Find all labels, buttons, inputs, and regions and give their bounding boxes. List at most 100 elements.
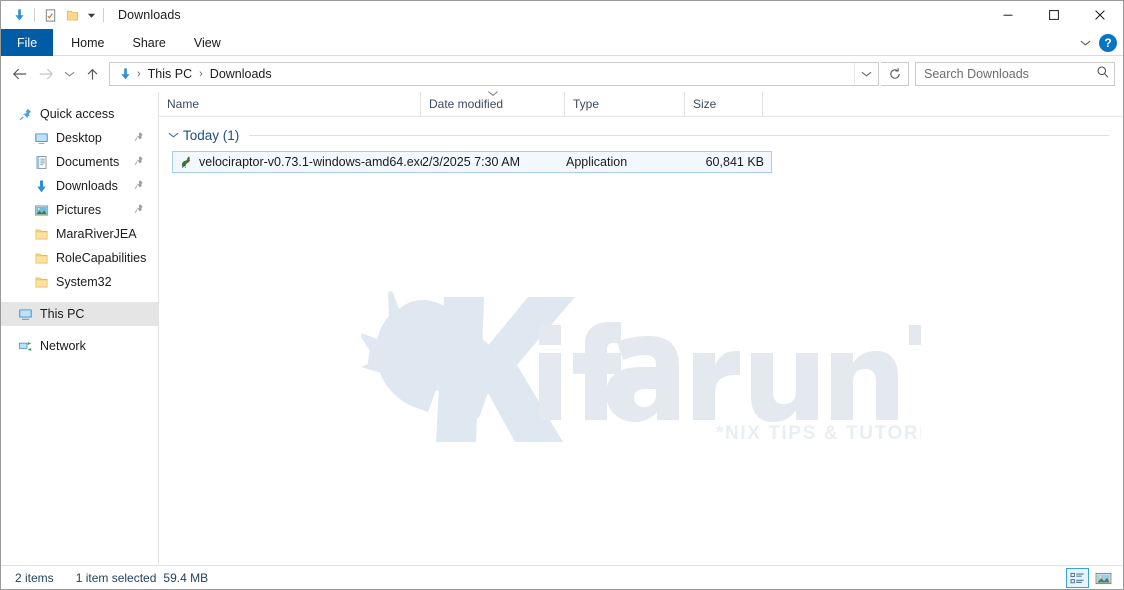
minimize-button[interactable] — [985, 1, 1031, 29]
tab-share[interactable]: Share — [119, 29, 180, 56]
watermark-tagline-text: *NIX TIPS & TUTORIALS — [716, 423, 921, 442]
group-collapse-chevron-icon[interactable] — [168, 126, 179, 144]
refresh-button[interactable] — [881, 62, 909, 86]
breadcrumb-downloads-icon — [116, 67, 135, 82]
column-header-date-modified[interactable]: Date modified — [421, 91, 565, 116]
status-selection-count: 1 item selected — [75, 570, 157, 585]
address-dropdown-chevron-icon[interactable] — [854, 63, 878, 85]
sidebar-item-quick-access[interactable]: Quick access — [1, 102, 158, 126]
sidebar-label-marariverjea: MaraRiverJEA — [56, 227, 137, 241]
column-header-size[interactable]: Size — [685, 92, 763, 116]
sidebar-label-this-pc: This PC — [40, 307, 85, 321]
address-bar[interactable]: › This PC › Downloads — [109, 62, 879, 86]
ribbon-controls: ? — [1080, 29, 1117, 56]
sidebar-item-network[interactable]: Network — [1, 334, 158, 358]
tab-home[interactable]: Home — [57, 29, 118, 56]
file-date-modified-cell: 2/3/2025 7:30 AM — [422, 155, 520, 169]
sidebar-item-system32[interactable]: System32 — [1, 270, 158, 294]
pin-icon-pictures[interactable] — [133, 203, 144, 217]
search-box[interactable]: Search Downloads — [915, 62, 1115, 86]
title-bar: Downloads — [1, 1, 1123, 29]
sidebar-label-desktop: Desktop — [56, 131, 102, 145]
navigation-bar: › This PC › Downloads Search Downloads — [1, 56, 1123, 92]
breadcrumb: › This PC › Downloads — [110, 67, 854, 82]
documents-icon — [31, 152, 51, 172]
sidebar-item-this-pc[interactable]: This PC — [1, 302, 158, 326]
group-divider — [249, 134, 1109, 136]
up-button[interactable] — [79, 61, 105, 87]
column-header-type[interactable]: Type — [565, 92, 685, 116]
column-headers: Name Date modified Type Size — [159, 91, 1123, 117]
file-size-cell: 60,841 KB — [705, 155, 764, 169]
sidebar-item-pictures[interactable]: Pictures — [1, 198, 158, 222]
file-explorer-window: Downloads File Home Share View ? › This … — [0, 0, 1124, 590]
column-header-name[interactable]: Name — [159, 92, 421, 116]
file-name-text: velociraptor-v0.73.1-windows-amd64.exe — [199, 155, 422, 169]
sidebar-item-downloads[interactable]: Downloads — [1, 174, 158, 198]
breadcrumb-item-this-pc[interactable]: This PC — [143, 67, 197, 81]
search-icon[interactable] — [1096, 65, 1110, 84]
file-type-cell: Application — [566, 155, 628, 169]
back-button[interactable] — [7, 61, 33, 87]
file-name-cell[interactable]: velociraptor-v0.73.1-windows-amd64.exe — [173, 155, 422, 169]
new-folder-icon[interactable] — [61, 4, 83, 26]
folder-icon — [31, 272, 51, 292]
tab-file[interactable]: File — [1, 29, 54, 56]
maximize-button[interactable] — [1031, 1, 1077, 29]
sidebar-label-downloads: Downloads — [56, 179, 118, 193]
velociraptor-app-icon — [177, 155, 195, 169]
navigation-pane: Quick access Desktop Documents Downloads… — [1, 92, 159, 565]
sidebar-label-quick-access: Quick access — [40, 107, 115, 121]
tab-view[interactable]: View — [180, 29, 235, 56]
properties-icon[interactable] — [39, 4, 61, 26]
toolbar-divider — [34, 8, 35, 22]
sidebar-item-documents[interactable]: Documents — [1, 150, 158, 174]
folder-icon — [31, 224, 51, 244]
recent-locations-chevron-icon[interactable] — [59, 61, 79, 87]
breadcrumb-separator-0: › — [137, 68, 141, 80]
sidebar-label-rolecapabilities: RoleCapabilities — [56, 251, 147, 265]
pin-icon-downloads[interactable] — [133, 179, 144, 193]
customize-chevron-icon[interactable] — [83, 4, 99, 26]
network-icon — [15, 336, 35, 356]
pin-icon-documents[interactable] — [133, 155, 144, 169]
pin-star-icon — [15, 104, 35, 124]
downloads-icon — [31, 176, 51, 196]
file-list-body[interactable]: *NIX TIPS & TUTORIALS Today (1) — [159, 117, 1123, 565]
file-list-pane: Name Date modified Type Size *NIX TIPS &… — [159, 91, 1123, 565]
sidebar-label-documents: Documents — [56, 155, 120, 169]
help-icon[interactable]: ? — [1099, 33, 1117, 52]
large-icons-view-button[interactable] — [1092, 568, 1115, 588]
column-header-size-label: Size — [693, 97, 717, 111]
desktop-icon — [31, 128, 51, 148]
sidebar-item-rolecapabilities[interactable]: RoleCapabilities — [1, 246, 158, 270]
group-header-today[interactable]: Today (1) — [159, 122, 1123, 148]
this-pc-icon — [15, 304, 35, 324]
sidebar-item-marariverjea[interactable]: MaraRiverJEA — [1, 222, 158, 246]
status-selection-size: 59.4 MB — [163, 570, 209, 585]
sort-descending-icon — [487, 86, 498, 100]
breadcrumb-item-downloads[interactable]: Downloads — [205, 67, 277, 81]
window-title: Downloads — [118, 8, 181, 22]
window-controls — [985, 1, 1123, 29]
pin-icon-desktop[interactable] — [133, 131, 144, 145]
column-header-filler — [763, 92, 1123, 116]
explorer-body: Quick access Desktop Documents Downloads… — [1, 91, 1123, 565]
expand-ribbon-chevron-icon[interactable] — [1080, 34, 1091, 52]
ribbon-tab-bar: File Home Share View ? — [1, 29, 1123, 56]
close-button[interactable] — [1077, 1, 1123, 29]
search-input[interactable]: Search Downloads — [924, 67, 1096, 81]
sidebar-item-desktop[interactable]: Desktop — [1, 126, 158, 150]
details-view-button[interactable] — [1066, 568, 1089, 588]
table-row[interactable]: velociraptor-v0.73.1-windows-amd64.exe 2… — [172, 151, 772, 173]
sidebar-label-system32: System32 — [56, 275, 112, 289]
quick-access-toolbar — [1, 1, 108, 29]
sidebar-label-pictures: Pictures — [56, 203, 102, 217]
breadcrumb-separator-1[interactable]: › — [198, 68, 204, 80]
view-toggle-group — [1066, 566, 1115, 590]
folder-icon — [31, 248, 51, 268]
downloads-arrow-icon[interactable] — [8, 4, 30, 26]
forward-button[interactable] — [33, 61, 59, 87]
status-item-count: 2 items — [15, 570, 54, 585]
